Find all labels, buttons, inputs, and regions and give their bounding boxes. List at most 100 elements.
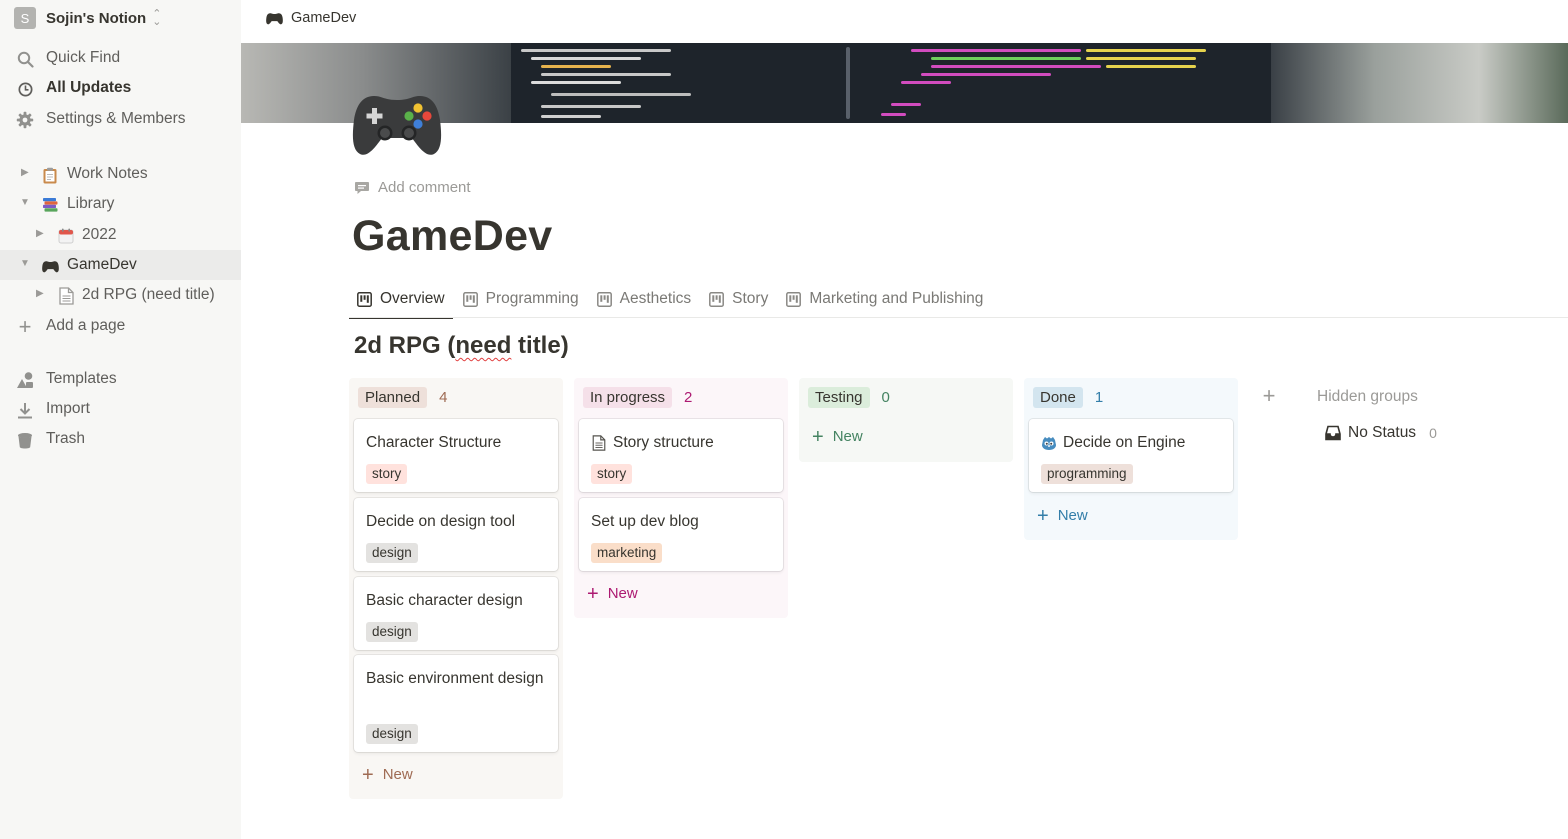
hidden-group-count: 0 (1429, 425, 1437, 441)
tab-overview[interactable]: Overview (349, 280, 453, 319)
tab-story[interactable]: Story (701, 280, 776, 318)
card-tag: story (591, 464, 633, 484)
add-new-card-button[interactable]: + New (1037, 506, 1088, 526)
board-card[interactable]: Story structure story (579, 419, 783, 492)
sidebar-page-library[interactable]: ▼ Library (0, 189, 241, 219)
sidebar-page-2d-rpg[interactable]: ▶ 2d RPG (need title) (0, 280, 241, 310)
hidden-groups-header: Hidden groups (1317, 388, 1418, 405)
column-header[interactable]: Testing 0 (808, 387, 890, 408)
sidebar-trash[interactable]: Trash (0, 424, 241, 454)
new-label: New (1057, 507, 1088, 524)
tab-programming[interactable]: Programming (455, 280, 587, 318)
board-card[interactable]: Decide on design tool design (354, 498, 558, 571)
board-column-planned: Planned 4 Character Structure story Deci… (349, 378, 563, 799)
group-count: 1 (1094, 389, 1104, 406)
search-icon (16, 50, 34, 68)
board-view-icon (786, 291, 802, 307)
sidebar-item-label: Quick Find (46, 49, 121, 66)
column-header[interactable]: Done 1 (1033, 387, 1103, 408)
database-title[interactable]: 2d RPG (need title) (354, 332, 569, 360)
add-group-button[interactable]: + (1250, 380, 1288, 412)
sidebar-page-label: Library (67, 195, 115, 212)
tab-aesthetics[interactable]: Aesthetics (589, 280, 700, 318)
board-card[interactable]: Basic environment design design (354, 655, 558, 752)
sidebar-settings-members[interactable]: Settings & Members (0, 104, 241, 134)
clipboard-emoji-icon (41, 166, 59, 184)
workspace-avatar: S (14, 7, 36, 29)
board-view-icon (596, 291, 612, 307)
new-label: New (832, 428, 863, 445)
plus-icon: + (1262, 383, 1276, 408)
add-new-card-button[interactable]: + New (587, 584, 638, 604)
sidebar-page-label: 2d RPG (need title) (82, 286, 215, 303)
sidebar-page-label: 2022 (82, 226, 117, 243)
card-title: Basic environment design (366, 670, 544, 687)
card-tag: marketing (591, 543, 663, 563)
cover-code-screen (511, 43, 1281, 123)
new-label: New (382, 766, 413, 783)
comment-icon (355, 181, 369, 194)
column-header[interactable]: In progress 2 (583, 387, 692, 408)
group-name-pill: Testing (808, 387, 870, 408)
sidebar-quick-find[interactable]: Quick Find (0, 43, 241, 73)
sidebar-item-label: All Updates (46, 79, 132, 96)
shapes-icon (16, 371, 34, 389)
tab-divider (349, 317, 1568, 318)
tab-label: Overview (380, 290, 445, 307)
sidebar-item-label: Import (46, 400, 90, 417)
clock-icon (16, 80, 34, 98)
cover-blur-right (1271, 43, 1568, 123)
tab-label: Story (732, 290, 769, 307)
tab-label: Programming (485, 290, 579, 307)
sidebar-item-label: Settings & Members (46, 110, 186, 127)
group-name-pill: In progress (583, 387, 673, 408)
card-tag: design (366, 543, 418, 563)
sidebar: S Sojin's Notion ⌃ ⌄ Quick Find All Updat… (0, 0, 241, 839)
sidebar-page-label: GameDev (67, 256, 137, 273)
sidebar-page-2022[interactable]: ▶ 2022 (0, 220, 241, 250)
board-card[interactable]: Character Structure story (354, 419, 558, 492)
add-new-card-button[interactable]: + New (362, 765, 413, 785)
page-icon (592, 435, 606, 451)
add-page-button[interactable]: + Add a page (0, 311, 241, 341)
board-column-testing: Testing 0 + New (799, 378, 1013, 462)
hidden-group-no-status[interactable]: No Status 0 (1325, 424, 1437, 442)
add-comment-button[interactable]: Add comment (354, 179, 471, 196)
board-card[interactable]: Set up dev blog marketing (579, 498, 783, 571)
board-card[interactable]: Decide on Engine programming (1029, 419, 1233, 492)
plus-icon: + (18, 314, 32, 339)
sidebar-page-work-notes[interactable]: ▶ Work Notes (0, 159, 241, 189)
gear-icon (16, 111, 34, 129)
sidebar-all-updates[interactable]: All Updates (0, 73, 241, 103)
breadcrumb[interactable]: GameDev (265, 9, 356, 27)
books-emoji-icon (41, 196, 59, 214)
card-tag: design (366, 724, 418, 744)
toggle-collapsed-icon[interactable]: ▶ (36, 289, 46, 299)
database-title-prefix: 2d RPG ( (354, 332, 456, 359)
sidebar-templates[interactable]: Templates (0, 364, 241, 394)
page-icon-game-controller[interactable] (352, 90, 442, 160)
sidebar-import[interactable]: Import (0, 394, 241, 424)
board-view-icon (709, 291, 725, 307)
toggle-expanded-icon[interactable]: ▼ (20, 259, 30, 269)
add-new-card-button[interactable]: + New (812, 427, 863, 447)
group-count: 4 (439, 389, 448, 406)
column-header[interactable]: Planned 4 (358, 387, 447, 408)
toggle-expanded-icon[interactable]: ▼ (20, 198, 30, 208)
card-title: Character Structure (366, 434, 502, 451)
toggle-collapsed-icon[interactable]: ▶ (36, 229, 46, 239)
tab-marketing-publishing[interactable]: Marketing and Publishing (778, 280, 991, 318)
calendar-emoji-icon (57, 227, 75, 245)
workspace-name: Sojin's Notion (46, 9, 147, 27)
new-label: New (607, 585, 638, 602)
toggle-collapsed-icon[interactable]: ▶ (21, 168, 31, 178)
sidebar-page-gamedev[interactable]: ▼ GameDev (0, 250, 241, 280)
card-title: Set up dev blog (591, 513, 699, 530)
card-title: Story structure (591, 431, 773, 455)
workspace-switcher[interactable]: S Sojin's Notion ⌃ ⌄ (14, 7, 161, 29)
breadcrumb-label: GameDev (291, 10, 357, 26)
chevron-up-down-icon: ⌃ ⌄ (152, 8, 162, 28)
group-name-pill: Done (1033, 387, 1083, 408)
page-title[interactable]: GameDev (352, 212, 553, 261)
board-card[interactable]: Basic character design design (354, 577, 558, 650)
